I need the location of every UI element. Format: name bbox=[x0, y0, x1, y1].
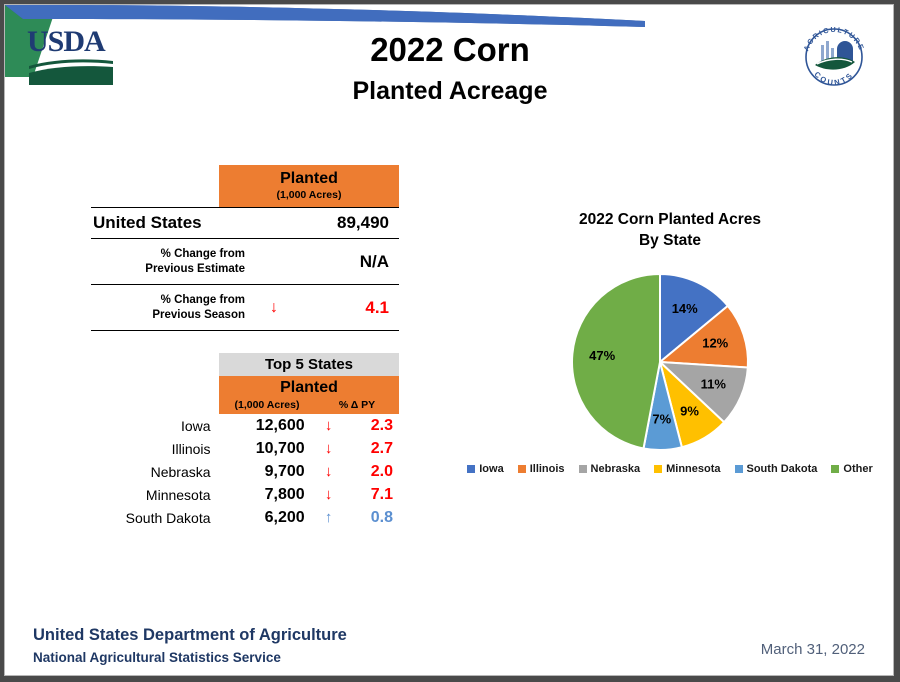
pie-label-minnesota: 9% bbox=[680, 403, 699, 418]
row-value-change-previous-season: 4.1 bbox=[365, 297, 389, 317]
state-pct-south-dakota: 0.8 bbox=[370, 508, 393, 526]
legend-item-minnesota: Minnesota bbox=[654, 463, 721, 475]
table-row: Iowa 12,600 ↓ 2.3 bbox=[91, 414, 399, 437]
row-arrow-down-previous-season: ↓ bbox=[270, 298, 278, 316]
pie-chart-svg: 14% 12% 11%9% 7% 47% bbox=[571, 272, 749, 451]
legend-label: Other bbox=[843, 463, 873, 475]
page-title: 2022 Corn bbox=[370, 31, 530, 68]
pie-slice-other bbox=[571, 272, 661, 450]
state-name-illinois: Illinois bbox=[171, 440, 211, 457]
table-rule bbox=[91, 330, 399, 331]
table-row: Minnesota 7,800 ↓ 7.1 bbox=[91, 483, 399, 506]
legend-item-iowa: Iowa bbox=[467, 463, 504, 475]
legend-label: Illinois bbox=[529, 463, 565, 475]
state-arrow-south-dakota: ↑ bbox=[324, 509, 333, 526]
table-row-change-previous-season: % Change from Previous Season ↓ 4.1 bbox=[91, 285, 399, 330]
top5-states-table: Top 5 States Planted (1,000 Acres) % Δ P… bbox=[91, 353, 399, 529]
pie-chart: 14% 12% 11% 9% 7% 47% bbox=[550, 267, 800, 457]
footer-service: National Agricultural Statistics Service bbox=[33, 650, 281, 665]
state-name-south-dakota: South Dakota bbox=[125, 509, 211, 526]
national-summary-table: Planted (1,000 Acres) United States 89,4… bbox=[91, 165, 399, 331]
top5-title-header: Top 5 States bbox=[219, 353, 399, 376]
table-row-change-previous-estimate: % Change from Previous Estimate N/A bbox=[91, 239, 399, 284]
table-row: Illinois 10,700 ↓ 2.7 bbox=[91, 437, 399, 460]
legend-item-nebraska: Nebraska bbox=[578, 463, 641, 475]
pie-label-south-dakota: 7% bbox=[652, 411, 671, 426]
state-name-minnesota: Minnesota bbox=[145, 486, 211, 503]
row-value-united-states: 89,490 bbox=[337, 213, 389, 232]
blue-swoosh-highlight bbox=[5, 5, 645, 27]
chart-legend: Iowa Illinois Nebraska Minnesota South Dakot… bbox=[460, 463, 880, 475]
pie-label-other: 47% bbox=[589, 348, 615, 363]
legend-swatch-icon bbox=[654, 465, 663, 473]
national-header-units: (1,000 Acres) bbox=[276, 189, 342, 201]
state-pct-illinois: 2.7 bbox=[370, 439, 393, 457]
chart-title-line2: By State bbox=[638, 232, 702, 249]
legend-swatch-icon bbox=[831, 465, 840, 473]
legend-item-south-dakota: South Dakota bbox=[734, 463, 818, 475]
state-arrow-iowa: ↓ bbox=[324, 417, 333, 434]
legend-swatch-icon bbox=[467, 465, 476, 473]
footer-organization: United States Department of Agriculture bbox=[33, 626, 347, 644]
table-row: Nebraska 9,700 ↓ 2.0 bbox=[91, 460, 399, 483]
table-row: South Dakota 6,200 ↑ 0.8 bbox=[91, 506, 399, 529]
pie-label-illinois: 12% bbox=[702, 335, 728, 350]
pie-label-nebraska: 11% bbox=[701, 377, 727, 392]
state-value-illinois: 10,700 bbox=[255, 439, 305, 457]
state-value-nebraska: 9,700 bbox=[264, 462, 305, 480]
top5-col-pct-label: % Δ PY bbox=[338, 399, 376, 411]
row-label-united-states: United States bbox=[93, 213, 202, 232]
legend-label: Nebraska bbox=[590, 463, 641, 475]
table-row-united-states: United States 89,490 bbox=[91, 208, 399, 238]
pie-label-iowa: 14% bbox=[672, 301, 698, 316]
row-label-change-previous-season: % Change from Previous Season bbox=[152, 293, 245, 321]
legend-label: Minnesota bbox=[666, 463, 721, 475]
state-arrow-minnesota: ↓ bbox=[324, 486, 333, 503]
legend-swatch-icon bbox=[734, 465, 743, 473]
state-value-iowa: 12,600 bbox=[255, 416, 305, 434]
row-value-change-previous-estimate: N/A bbox=[359, 251, 389, 271]
chart-title-line1: 2022 Corn Planted Acres bbox=[578, 211, 762, 228]
national-table-column-header: Planted (1,000 Acres) bbox=[219, 165, 399, 207]
legend-swatch-icon bbox=[517, 465, 526, 473]
state-name-nebraska: Nebraska bbox=[150, 463, 211, 480]
legend-item-other: Other bbox=[831, 463, 873, 475]
chart-title: 2022 Corn Planted Acres By State bbox=[475, 209, 865, 251]
state-arrow-illinois: ↓ bbox=[324, 440, 333, 457]
state-pct-minnesota: 7.1 bbox=[370, 485, 393, 503]
state-pct-iowa: 2.3 bbox=[370, 416, 393, 434]
state-pct-nebraska: 2.0 bbox=[370, 462, 393, 480]
slide-page: USDA AGRICULTURE COUNTS 2022 Corn Plante… bbox=[4, 4, 894, 676]
row-label-change-previous-estimate: % Change from Previous Estimate bbox=[145, 247, 245, 275]
national-header-planted: Planted bbox=[280, 170, 338, 187]
legend-swatch-icon bbox=[578, 465, 587, 473]
top5-column-headers: (1,000 Acres) % Δ PY bbox=[219, 399, 399, 414]
footer-date: March 31, 2022 bbox=[760, 641, 865, 658]
top5-col-acres-label: (1,000 Acres) bbox=[234, 399, 300, 411]
legend-label: South Dakota bbox=[746, 463, 818, 475]
page-subtitle: Planted Acreage bbox=[352, 77, 548, 105]
legend-item-illinois: Illinois bbox=[517, 463, 565, 475]
state-value-minnesota: 7,800 bbox=[264, 485, 305, 503]
legend-label: Iowa bbox=[479, 463, 504, 475]
state-name-iowa: Iowa bbox=[180, 417, 211, 434]
top5-planted-header: Planted bbox=[219, 376, 399, 399]
state-arrow-nebraska: ↓ bbox=[324, 463, 333, 480]
state-value-south-dakota: 6,200 bbox=[264, 508, 305, 526]
